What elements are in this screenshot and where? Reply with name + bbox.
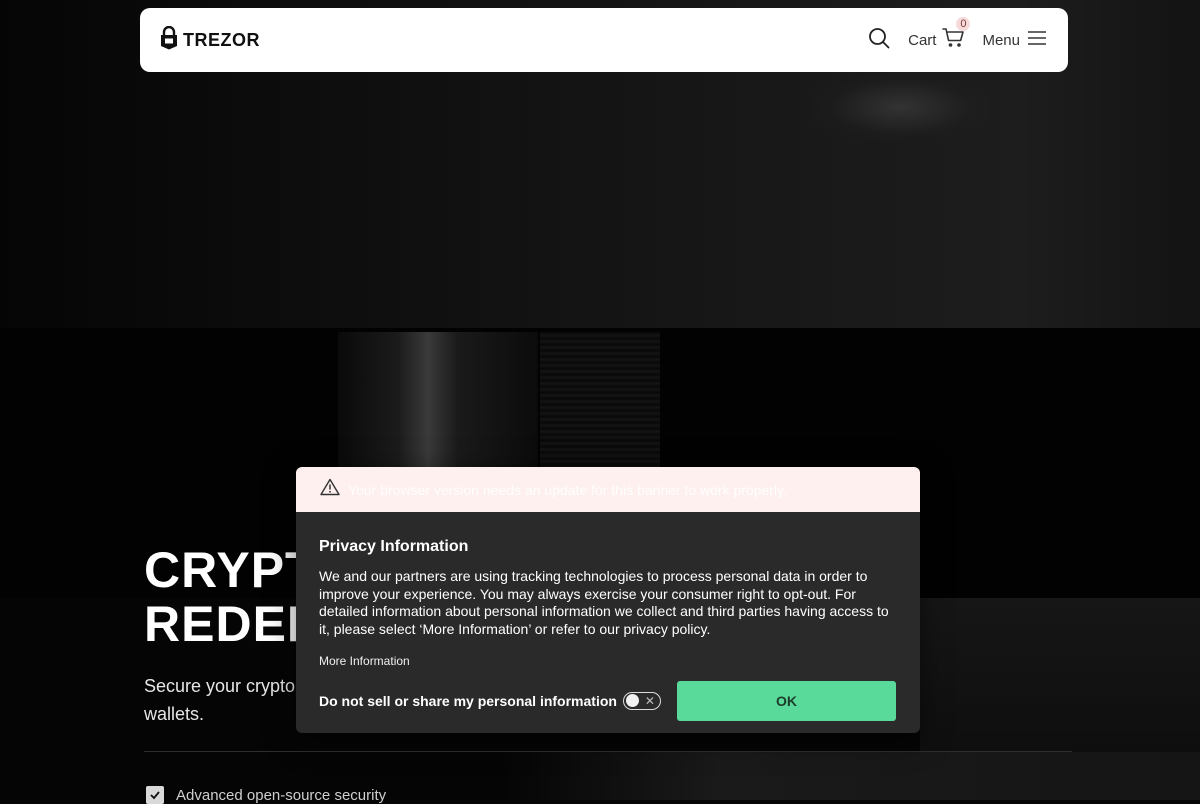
privacy-dialog-title: Privacy Information (319, 538, 469, 555)
lock-icon (160, 25, 178, 55)
hero-device-image (338, 332, 538, 472)
do-not-sell-toggle[interactable]: ✕ (622, 692, 661, 710)
menu-label: Menu (982, 31, 1020, 49)
privacy-dialog-footer: Do not sell or share my personal informa… (319, 681, 896, 721)
hamburger-icon (1028, 30, 1046, 50)
search-button[interactable] (866, 27, 892, 53)
do-not-sell-label: Do not sell or share my personal informa… (319, 693, 617, 709)
hero-title-line-2: REDEF (144, 596, 319, 652)
feature-label: Advanced open-source security (176, 786, 387, 804)
more-information-link[interactable]: More Information (319, 654, 410, 668)
menu-button[interactable]: Menu (982, 30, 1046, 50)
hero-texture (540, 332, 660, 472)
browser-warning-text: Your browser version needs an update for… (348, 481, 787, 498)
hero-divider (144, 751, 1072, 752)
warning-icon (320, 478, 340, 501)
privacy-dialog: Your browser version needs an update for… (296, 467, 920, 733)
cart-label: Cart (908, 31, 937, 49)
feature-item: Advanced open-source security (146, 786, 386, 804)
search-icon (868, 27, 890, 54)
trezor-logo[interactable]: TREZOR (160, 25, 260, 55)
hero-title-line-1: CRYPT (144, 542, 317, 598)
cart-count-badge: 0 (956, 16, 971, 31)
privacy-dialog-description: We and our partners are using tracking t… (319, 568, 889, 637)
site-header: TREZOR Cart 0 Menu (140, 8, 1068, 72)
cart-button[interactable]: Cart 0 (908, 16, 971, 54)
toggle-knob (625, 694, 639, 707)
ok-button[interactable]: OK (677, 681, 896, 721)
hero-title: CRYPT REDEF (144, 543, 318, 651)
header-actions: Cart 0 Menu (866, 16, 1046, 54)
browser-warning-bar: Your browser version needs an update for… (296, 467, 920, 512)
do-not-sell-row: Do not sell or share my personal informa… (319, 692, 661, 710)
shield-check-icon (146, 786, 164, 804)
cart-icon (942, 27, 966, 54)
close-icon: ✕ (644, 694, 655, 708)
logo-text: TREZOR (183, 29, 260, 50)
privacy-dialog-body: Privacy Information We and our partners … (296, 512, 920, 670)
